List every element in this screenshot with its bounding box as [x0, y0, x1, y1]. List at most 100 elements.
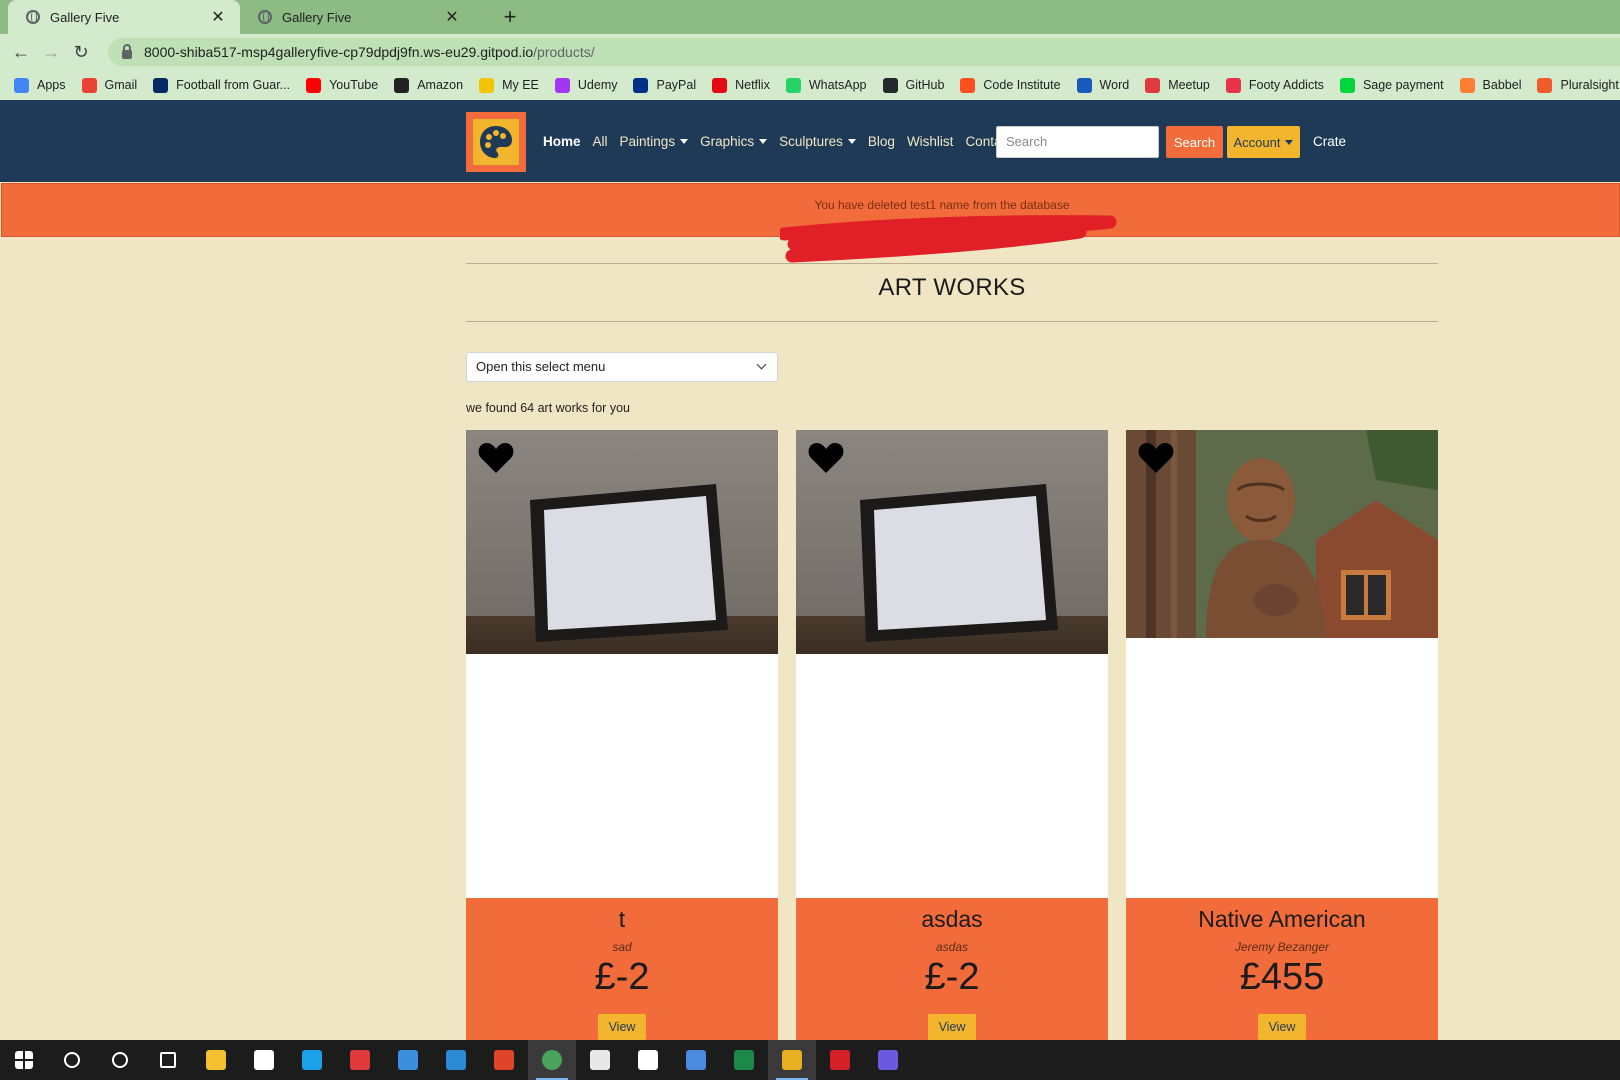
bookmark-item[interactable]: PayPal: [633, 77, 696, 93]
bookmark-item[interactable]: Apps: [14, 77, 66, 93]
windows-start-icon[interactable]: [0, 1040, 48, 1080]
close-tab-icon[interactable]: ✕: [210, 7, 226, 27]
excel-icon[interactable]: [720, 1040, 768, 1080]
defender-icon[interactable]: [768, 1040, 816, 1080]
new-tab-button[interactable]: +: [498, 4, 522, 30]
nav-link-sculptures[interactable]: Sculptures: [779, 134, 856, 149]
nav-link-blog[interactable]: Blog: [868, 134, 895, 149]
globe-icon: [26, 10, 40, 24]
bookmark-item[interactable]: Udemy: [554, 77, 617, 93]
divider-bottom: [466, 321, 1438, 322]
bookmark-label: My EE: [502, 78, 539, 92]
bookmark-item[interactable]: Meetup: [1145, 77, 1210, 93]
product-card-footer: asdas asdas £-2 View: [796, 898, 1108, 1040]
sage-icon: [1339, 77, 1355, 93]
photos-icon[interactable]: [672, 1040, 720, 1080]
red-scribble-redaction: [780, 215, 1117, 263]
bookmark-item[interactable]: Pluralsight: [1537, 77, 1619, 93]
youtube-icon: [306, 77, 322, 93]
bookmark-item[interactable]: Code Institute: [960, 77, 1061, 93]
vscode-icon[interactable]: [432, 1040, 480, 1080]
file-explorer-icon[interactable]: [192, 1040, 240, 1080]
bookmark-label: Amazon: [417, 78, 464, 92]
site-logo[interactable]: [466, 112, 526, 172]
view-button[interactable]: View: [598, 1014, 646, 1040]
product-price: £-2: [924, 956, 980, 998]
bookmark-item[interactable]: Footy Addicts: [1225, 77, 1324, 93]
cortana-icon[interactable]: [96, 1040, 144, 1080]
code-institute-icon: [960, 77, 976, 93]
apps-grid-icon: [14, 77, 29, 93]
forward-icon[interactable]: →: [36, 42, 66, 63]
slack-icon[interactable]: [576, 1040, 624, 1080]
close-tab-icon[interactable]: ✕: [444, 7, 460, 27]
bookmark-item[interactable]: Netflix: [712, 77, 770, 93]
emoji-app-icon[interactable]: [624, 1040, 672, 1080]
reload-icon[interactable]: ↻: [66, 42, 96, 63]
view-button[interactable]: View: [1258, 1014, 1306, 1040]
bookmark-item[interactable]: YouTube: [306, 77, 378, 93]
whatsapp-icon: [785, 77, 801, 93]
palette-icon: [480, 126, 512, 158]
mcafee-icon[interactable]: [816, 1040, 864, 1080]
microsoft-store-icon[interactable]: [240, 1040, 288, 1080]
udemy-icon: [554, 77, 570, 93]
tab-title: Gallery Five: [282, 9, 352, 25]
bookmark-label: Pluralsight: [1560, 78, 1619, 92]
mail-icon[interactable]: [384, 1040, 432, 1080]
caret-down-icon: [759, 139, 768, 145]
gift-icon[interactable]: [336, 1040, 384, 1080]
nav-link-wishlist[interactable]: Wishlist: [907, 134, 954, 149]
bookmark-item[interactable]: Word: [1076, 77, 1130, 93]
product-price: £-2: [594, 956, 650, 998]
search-input[interactable]: Search: [996, 126, 1159, 158]
paint-drop-icon[interactable]: [864, 1040, 912, 1080]
product-price: £455: [1239, 956, 1325, 998]
product-card[interactable]: t sad £-2 View: [466, 430, 778, 1040]
search-button[interactable]: Search: [1166, 126, 1223, 158]
product-artist: asdas: [935, 940, 969, 954]
bookmark-label: Sage payment: [1362, 78, 1444, 92]
product-card[interactable]: Native American Jeremy Bezanger £455 View: [1126, 430, 1438, 1040]
bookmark-item[interactable]: Babbel: [1459, 77, 1522, 93]
search-icon[interactable]: [48, 1040, 96, 1080]
task-view-icon[interactable]: [144, 1040, 192, 1080]
sort-select[interactable]: Open this select menu: [466, 352, 778, 382]
bookmark-item[interactable]: Football from Guar...: [153, 77, 290, 93]
bookmark-item[interactable]: My EE: [479, 77, 539, 93]
chrome-icon[interactable]: [528, 1040, 576, 1080]
divider-top: [466, 263, 1438, 264]
page-title: ART WORKS: [878, 274, 1026, 301]
bookmark-item[interactable]: Gmail: [81, 77, 137, 93]
back-icon[interactable]: ←: [6, 42, 36, 63]
wishlist-heart-icon[interactable]: [808, 442, 844, 474]
bookmark-item[interactable]: Amazon: [394, 77, 464, 93]
site-navbar: Home All Paintings Graphics Sculptures Blog Wi…: [0, 100, 1620, 182]
nav-link-home[interactable]: Home: [543, 134, 581, 149]
account-label: Account: [1233, 134, 1281, 150]
bookmark-label: Word: [1099, 78, 1130, 92]
bookmark-item[interactable]: Sage payment: [1339, 77, 1444, 93]
office-icon[interactable]: [480, 1040, 528, 1080]
view-button[interactable]: View: [928, 1014, 976, 1040]
wishlist-heart-icon[interactable]: [1138, 442, 1174, 474]
product-name: Native American: [1198, 906, 1366, 932]
product-card[interactable]: asdas asdas £-2 View: [796, 430, 1108, 1040]
bookmark-item[interactable]: WhatsApp: [785, 77, 867, 93]
babbel-icon: [1459, 77, 1475, 93]
browser-tab-active[interactable]: Gallery Five ✕: [8, 0, 240, 34]
lock-icon: [122, 43, 132, 59]
bookmark-label: Babbel: [1482, 78, 1522, 92]
nav-link-all[interactable]: All: [593, 134, 608, 149]
nav-link-label: Paintings: [619, 133, 676, 149]
address-bar[interactable]: 8000-shiba517-msp4galleryfive-cp79dpdj9f…: [108, 38, 1620, 66]
browser-tab[interactable]: Gallery Five ✕: [240, 0, 474, 34]
nav-link-graphics[interactable]: Graphics: [700, 134, 768, 149]
wishlist-heart-icon[interactable]: [478, 442, 514, 474]
account-dropdown-button[interactable]: Account: [1227, 126, 1300, 158]
crate-link[interactable]: Crate: [1313, 134, 1346, 149]
browser-tab-strip: Gallery Five ✕ Gallery Five ✕ +: [0, 0, 1620, 34]
nav-link-paintings[interactable]: Paintings: [620, 134, 689, 149]
bookmark-item[interactable]: GitHub: [882, 77, 944, 93]
edge-icon[interactable]: [288, 1040, 336, 1080]
